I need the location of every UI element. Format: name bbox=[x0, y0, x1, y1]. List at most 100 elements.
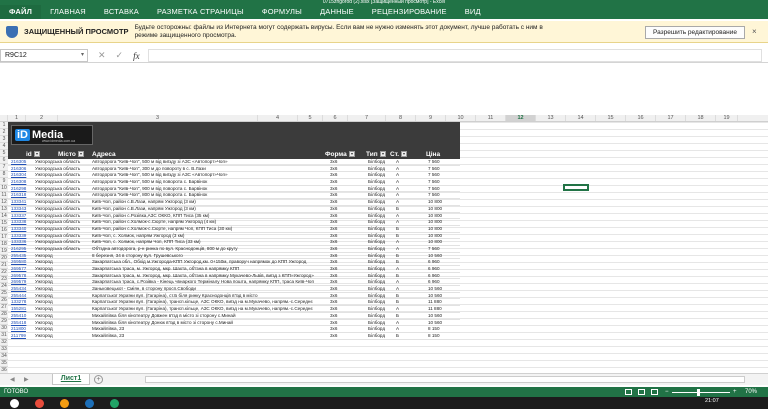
cell-id[interactable]: 211799 bbox=[11, 333, 35, 340]
header-type[interactable]: Тип bbox=[366, 150, 386, 159]
column-header[interactable]: 4 bbox=[258, 115, 298, 121]
row-header[interactable]: 31 bbox=[0, 332, 8, 339]
header-price[interactable]: Ціна bbox=[426, 150, 440, 159]
row-header[interactable]: 35 bbox=[0, 360, 8, 367]
normal-view-icon[interactable] bbox=[625, 389, 632, 395]
browser-icon[interactable] bbox=[35, 399, 44, 408]
ribbon-tab[interactable]: ДАННЫЕ bbox=[311, 5, 363, 19]
zoom-in-button[interactable]: + bbox=[733, 387, 737, 397]
cell-id[interactable]: 133338 bbox=[11, 219, 35, 226]
cell-id[interactable]: 269579 bbox=[11, 279, 35, 286]
cell-id[interactable]: 155281 bbox=[11, 306, 35, 313]
insert-function-icon[interactable]: fx bbox=[133, 51, 140, 61]
header-id[interactable]: id bbox=[26, 150, 40, 159]
cell-id[interactable]: 269580 bbox=[11, 259, 35, 266]
add-sheet-button[interactable]: + bbox=[94, 375, 103, 384]
row-header[interactable]: 1 bbox=[0, 122, 8, 129]
row-header[interactable]: 6 bbox=[0, 157, 8, 164]
cell-id[interactable]: 133339 bbox=[11, 233, 35, 240]
selected-cell[interactable] bbox=[563, 184, 589, 191]
column-header[interactable]: 18 bbox=[686, 115, 716, 121]
start-icon[interactable] bbox=[10, 399, 19, 408]
column-header[interactable]: 15 bbox=[596, 115, 626, 121]
cell-id[interactable]: 216305 bbox=[11, 159, 35, 166]
row-header[interactable]: 21 bbox=[0, 262, 8, 269]
row-header[interactable]: 22 bbox=[0, 269, 8, 276]
horizontal-scrollbar[interactable] bbox=[145, 376, 745, 383]
page-break-icon[interactable] bbox=[651, 389, 658, 395]
column-header[interactable]: 5 bbox=[298, 115, 323, 121]
row-header[interactable]: 5 bbox=[0, 150, 8, 157]
column-header[interactable]: 17 bbox=[656, 115, 686, 121]
row-header[interactable]: 27 bbox=[0, 304, 8, 311]
cell-id[interactable]: 133336 bbox=[11, 239, 35, 246]
column-header[interactable]: 11 bbox=[476, 115, 506, 121]
row-header[interactable]: 13 bbox=[0, 206, 8, 213]
cell-id[interactable]: 255410 bbox=[11, 313, 35, 320]
zoom-slider-thumb[interactable] bbox=[697, 389, 700, 396]
cell-id[interactable]: 255418 bbox=[11, 320, 35, 327]
row-header[interactable]: 26 bbox=[0, 297, 8, 304]
row-header[interactable]: 25 bbox=[0, 290, 8, 297]
ribbon-tab[interactable]: ГЛАВНАЯ bbox=[41, 5, 95, 19]
row-header[interactable]: 8 bbox=[0, 171, 8, 178]
row-header[interactable]: 29 bbox=[0, 318, 8, 325]
column-header[interactable]: 1 bbox=[8, 115, 26, 121]
column-header[interactable]: 6 bbox=[323, 115, 348, 121]
cell-id[interactable]: 133341 bbox=[11, 199, 35, 206]
zoom-slider[interactable] bbox=[672, 392, 730, 393]
row-header[interactable]: 24 bbox=[0, 283, 8, 290]
zoom-out-button[interactable]: − bbox=[665, 387, 669, 397]
row-header[interactable]: 23 bbox=[0, 276, 8, 283]
row-header[interactable]: 32 bbox=[0, 339, 8, 346]
row-header[interactable]: 4 bbox=[0, 143, 8, 150]
row-header[interactable]: 16 bbox=[0, 227, 8, 234]
column-header[interactable]: 16 bbox=[626, 115, 656, 121]
cell-id[interactable]: 216304 bbox=[11, 172, 35, 179]
row-header[interactable]: 10 bbox=[0, 185, 8, 192]
cell-id[interactable]: 255435 bbox=[11, 253, 35, 260]
formula-input[interactable] bbox=[147, 49, 762, 62]
app-icon[interactable] bbox=[60, 399, 69, 408]
row-header[interactable]: 28 bbox=[0, 311, 8, 318]
cell-id[interactable]: 133343 bbox=[11, 206, 35, 213]
ribbon-tab[interactable]: РАЗМЕТКА СТРАНИЦЫ bbox=[148, 5, 253, 19]
row-header[interactable]: 19 bbox=[0, 248, 8, 255]
enter-icon[interactable]: ✓ bbox=[116, 50, 124, 61]
header-city[interactable]: Місто bbox=[58, 150, 84, 159]
cell-id[interactable]: 216306 bbox=[11, 166, 35, 173]
worksheet-grid[interactable]: iD Media www.idmedia.com.ua id Місто Адре… bbox=[8, 122, 768, 370]
column-header[interactable]: 3 bbox=[58, 115, 258, 121]
cell-id[interactable]: 133340 bbox=[11, 226, 35, 233]
sheet-tab-active[interactable]: Лист1 bbox=[52, 374, 90, 385]
row-header[interactable]: 3 bbox=[0, 136, 8, 143]
page-layout-icon[interactable] bbox=[638, 389, 645, 395]
row-header[interactable]: 30 bbox=[0, 325, 8, 332]
cell-id[interactable]: 211800 bbox=[11, 326, 35, 333]
excel-icon[interactable] bbox=[110, 399, 119, 408]
row-header[interactable]: 7 bbox=[0, 164, 8, 171]
header-address[interactable]: Адреса bbox=[92, 150, 116, 159]
cell-id[interactable]: 216318 bbox=[11, 192, 35, 199]
ribbon-tab[interactable]: ВСТАВКА bbox=[95, 5, 148, 19]
header-side[interactable]: Ст. bbox=[390, 150, 408, 159]
row-header[interactable]: 11 bbox=[0, 192, 8, 199]
row-header[interactable]: 17 bbox=[0, 234, 8, 241]
row-header[interactable]: 33 bbox=[0, 346, 8, 353]
column-header[interactable]: 19 bbox=[716, 115, 738, 121]
cell-id[interactable]: 216308 bbox=[11, 179, 35, 186]
row-header[interactable]: 14 bbox=[0, 213, 8, 220]
row-header[interactable]: 20 bbox=[0, 255, 8, 262]
ribbon-tab[interactable]: ФОРМУЛЫ bbox=[253, 5, 311, 19]
ribbon-tab[interactable]: ФАЙЛ bbox=[0, 5, 42, 19]
name-box[interactable]: R9C12 bbox=[0, 49, 88, 62]
row-header[interactable]: 15 bbox=[0, 220, 8, 227]
app-icon[interactable] bbox=[85, 399, 94, 408]
header-format[interactable]: Форма bbox=[325, 150, 355, 159]
row-header[interactable]: 9 bbox=[0, 178, 8, 185]
ribbon-tab[interactable]: РЕЦЕНЗИРОВАНИЕ bbox=[363, 5, 456, 19]
select-all-corner[interactable] bbox=[0, 115, 8, 121]
cell-id[interactable]: 216298 bbox=[11, 186, 35, 193]
column-header[interactable]: 12 bbox=[506, 115, 536, 121]
ribbon-tab[interactable]: ВИД bbox=[456, 5, 490, 19]
